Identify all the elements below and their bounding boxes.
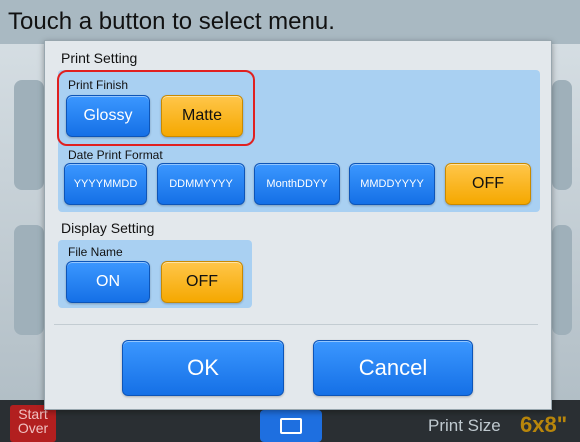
background-tile <box>552 80 572 190</box>
file-name-off-button[interactable]: OFF <box>161 261 243 303</box>
print-size-label: Print Size <box>428 416 501 435</box>
display-setting-title: Display Setting <box>61 220 155 236</box>
start-over-button[interactable]: Start Over <box>10 405 56 442</box>
header-bar: Touch a button to select menu. <box>0 0 580 44</box>
file-name-label: File Name <box>68 245 123 259</box>
date-format-mmddyyyy-button[interactable]: MMDDYYYY <box>349 163 435 205</box>
date-print-format-label: Date Print Format <box>68 148 163 162</box>
background-tile <box>552 225 572 335</box>
print-queue-icon <box>280 418 302 434</box>
selection-highlight <box>57 70 255 146</box>
divider <box>54 324 538 325</box>
date-format-yyyymmdd-button[interactable]: YYYYMMDD <box>64 163 147 205</box>
page-title: Touch a button to select menu. <box>8 8 335 35</box>
date-format-off-button[interactable]: OFF <box>445 163 531 205</box>
print-size-value: 6x8" <box>520 412 568 437</box>
background-tile <box>14 225 44 335</box>
date-format-monthddyy-button[interactable]: MonthDDYY <box>254 163 340 205</box>
date-format-ddmmyyyy-button[interactable]: DDMMYYYY <box>157 163 245 205</box>
background-tile <box>14 80 44 190</box>
cancel-button[interactable]: Cancel <box>313 340 473 396</box>
start-over-label-line2: Over <box>17 420 49 436</box>
print-setting-title: Print Setting <box>61 50 138 66</box>
ok-button[interactable]: OK <box>122 340 284 396</box>
print-queue-button[interactable] <box>260 410 322 442</box>
file-name-on-button[interactable]: ON <box>66 261 150 303</box>
